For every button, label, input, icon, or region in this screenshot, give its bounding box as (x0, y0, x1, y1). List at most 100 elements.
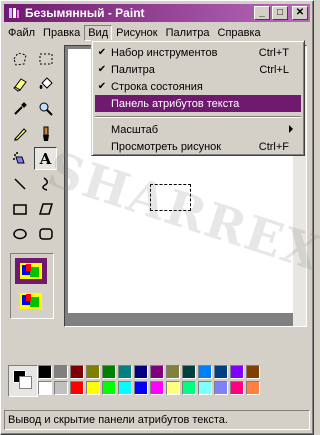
polygon-tool[interactable] (34, 197, 57, 220)
menu-item-shortcut: Ctrl+F (258, 140, 289, 153)
menu-item-zoom[interactable]: Масштаб (95, 121, 301, 138)
palette-swatch[interactable] (182, 365, 196, 379)
transparent-icon (20, 293, 42, 309)
eraser-icon (12, 77, 27, 92)
menu-item-label: Строка состояния (111, 80, 203, 93)
menu-item-view-bitmap[interactable]: Просмотреть рисунок Ctrl+F (95, 138, 301, 155)
menu-item-palette[interactable]: ✔ Палитра Ctrl+L (95, 61, 301, 78)
line-tool[interactable] (8, 172, 31, 195)
palette-swatch[interactable] (134, 365, 148, 379)
rectangle-icon (12, 203, 27, 215)
palette-swatch[interactable] (102, 365, 116, 379)
menu-file[interactable]: Файл (4, 25, 39, 41)
title-bar[interactable]: Безымянный - Paint _ □ ✕ (4, 4, 310, 22)
palette-swatch[interactable] (118, 365, 132, 379)
status-bar: Вывод и скрытие панели атрибутов текста. (4, 410, 310, 430)
palette-swatch[interactable] (198, 365, 212, 379)
line-icon (13, 177, 26, 190)
magnifier-tool[interactable] (34, 97, 57, 120)
palette-swatch[interactable] (38, 381, 52, 395)
palette-swatch[interactable] (102, 381, 116, 395)
ellipse-tool[interactable] (8, 222, 31, 245)
menu-separator (95, 116, 301, 118)
transparent-background-option[interactable] (15, 288, 47, 314)
rounded-rect-tool[interactable] (34, 222, 57, 245)
palette-swatch[interactable] (166, 365, 180, 379)
pick-color-tool[interactable] (8, 97, 31, 120)
palette-swatch[interactable] (54, 365, 68, 379)
menu-item-label: Панель атрибутов текста (111, 97, 240, 110)
check-icon: ✔ (97, 47, 107, 58)
palette-swatch[interactable] (246, 365, 260, 379)
airbrush-tool[interactable] (8, 147, 31, 170)
menu-image[interactable]: Рисунок (112, 25, 162, 41)
color-palette-area (4, 363, 310, 403)
palette-swatch[interactable] (118, 381, 132, 395)
menu-item-text-toolbar[interactable]: Панель атрибутов текста (95, 95, 301, 112)
ellipse-icon (12, 228, 27, 239)
menu-item-statusbar[interactable]: ✔ Строка состояния (95, 78, 301, 95)
tool-options-box (10, 253, 54, 319)
opaque-background-option[interactable] (15, 258, 47, 284)
palette-swatch[interactable] (198, 381, 212, 395)
menu-edit[interactable]: Правка (39, 25, 84, 41)
palette-swatch[interactable] (150, 365, 164, 379)
palette-swatch[interactable] (246, 381, 260, 395)
paint-app-icon[interactable] (7, 6, 21, 20)
submenu-arrow-icon (289, 125, 293, 133)
menu-item-label: Просмотреть рисунок (111, 140, 222, 153)
menu-help[interactable]: Справка (214, 25, 265, 41)
menu-item-shortcut: Ctrl+L (259, 63, 289, 76)
check-icon: ✔ (97, 81, 107, 92)
menu-view[interactable]: Вид (84, 25, 113, 41)
palette-swatch[interactable] (166, 381, 180, 395)
palette-swatch[interactable] (214, 365, 228, 379)
palette-swatch[interactable] (134, 381, 148, 395)
fill-tool[interactable] (34, 72, 57, 95)
free-select-icon (12, 51, 27, 66)
palette-swatch[interactable] (150, 381, 164, 395)
rect-select-tool[interactable] (34, 47, 57, 70)
palette-swatch[interactable] (230, 365, 244, 379)
rounded-rect-icon (38, 227, 53, 240)
polygon-icon (38, 202, 53, 215)
menu-item-toolbox[interactable]: ✔ Набор инструментов Ctrl+T (95, 44, 301, 61)
palette-swatch[interactable] (86, 381, 100, 395)
menu-palette[interactable]: Палитра (162, 25, 214, 41)
menu-item-label: Масштаб (111, 123, 159, 136)
minimize-button[interactable]: _ (254, 6, 270, 20)
paint-bucket-icon (39, 76, 53, 89)
palette-swatch[interactable] (38, 365, 52, 379)
curve-tool[interactable] (34, 172, 57, 195)
free-select-tool[interactable] (8, 47, 31, 70)
text-selection-box[interactable] (150, 184, 191, 211)
palette-swatch[interactable] (86, 365, 100, 379)
text-tool[interactable]: A (34, 147, 57, 170)
palette-swatch[interactable] (54, 381, 68, 395)
eraser-tool[interactable] (8, 72, 31, 95)
menu-item-label: Палитра (111, 63, 155, 76)
brush-tool[interactable] (34, 122, 57, 145)
rectangle-tool[interactable] (8, 197, 31, 220)
menu-item-label: Набор инструментов (111, 46, 218, 59)
background-color (19, 376, 32, 389)
maximize-button[interactable]: □ (272, 6, 288, 20)
opaque-icon (20, 263, 42, 279)
palette-swatch[interactable] (70, 381, 84, 395)
palette-swatch[interactable] (214, 381, 228, 395)
palette-swatch[interactable] (182, 381, 196, 395)
palette-swatch[interactable] (230, 381, 244, 395)
magnifier-icon (39, 102, 53, 116)
brush-icon (42, 126, 49, 141)
pencil-icon (13, 127, 27, 141)
curve-icon (41, 176, 48, 191)
menu-item-shortcut: Ctrl+T (258, 46, 289, 59)
text-icon: A (39, 149, 52, 168)
rect-select-icon (39, 53, 52, 64)
palette-swatch[interactable] (70, 365, 84, 379)
current-colors (8, 365, 38, 397)
check-icon: ✔ (97, 64, 107, 75)
eyedropper-icon (13, 101, 27, 115)
close-button[interactable]: ✕ (292, 6, 308, 20)
pencil-tool[interactable] (8, 122, 31, 145)
